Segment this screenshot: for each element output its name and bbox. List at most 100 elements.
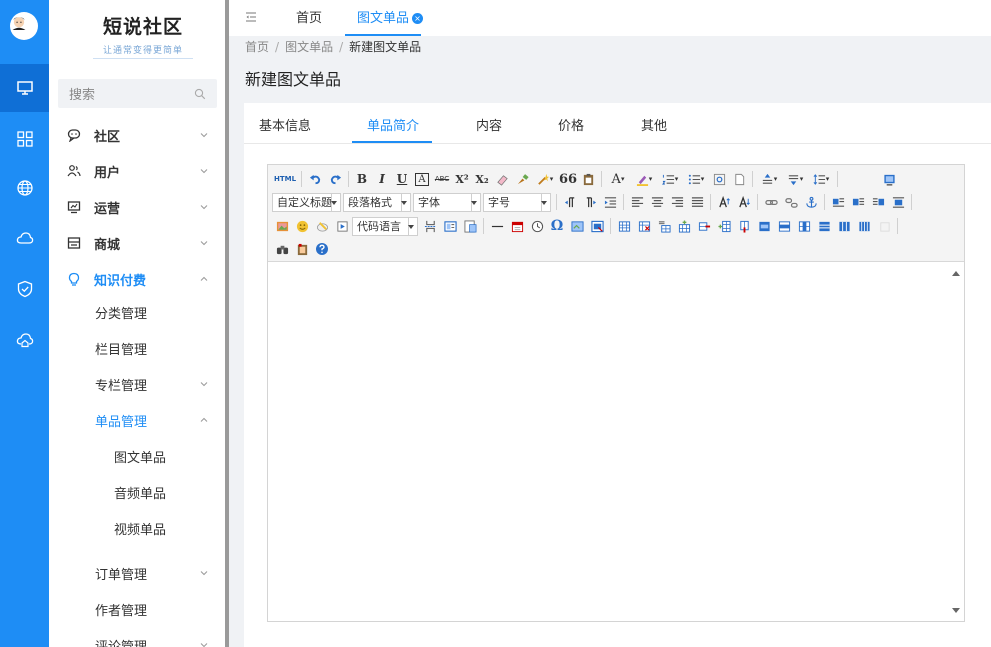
rail-globe[interactable] (0, 164, 49, 212)
tab-intro[interactable]: 单品简介 (367, 115, 419, 134)
insert-time-button[interactable] (527, 216, 547, 236)
split-to-cells-button[interactable] (854, 216, 874, 236)
special-chars-button[interactable]: Ω (547, 216, 567, 236)
menu-item-video-single[interactable]: 视频单品 (49, 510, 225, 546)
breadcrumb-home[interactable]: 首页 (245, 40, 269, 54)
bold-button[interactable]: B (352, 169, 372, 189)
border-text-button[interactable]: A (412, 169, 432, 189)
rail-cloud-home[interactable] (0, 316, 49, 364)
rail-desktop[interactable] (0, 64, 49, 112)
align-left-button[interactable] (627, 192, 647, 212)
font-family-select[interactable]: 字体 (413, 192, 481, 212)
merge-right-button[interactable] (774, 216, 794, 236)
menu-item-audio-single[interactable]: 音频单品 (49, 474, 225, 510)
emotion-button[interactable] (292, 216, 312, 236)
insert-video-button[interactable] (332, 216, 352, 236)
ltr-button[interactable] (560, 192, 580, 212)
menu-item-order-mgmt[interactable]: 订单管理 (49, 555, 225, 591)
ordered-list-button[interactable]: ▾ (657, 169, 683, 189)
image-left-button[interactable] (848, 192, 868, 212)
menu-search-input[interactable]: 搜索 (58, 79, 217, 108)
delete-table-button[interactable] (634, 216, 654, 236)
insert-date-button[interactable] (507, 216, 527, 236)
page-break-button[interactable] (420, 216, 440, 236)
editor-scrollbar[interactable] (948, 263, 964, 621)
scroll-up-arrow-icon[interactable] (952, 271, 960, 276)
tab-price[interactable]: 价格 (558, 115, 584, 134)
menu-item-single-mgmt[interactable]: 单品管理 (49, 402, 225, 438)
attachment-button[interactable] (292, 239, 312, 259)
insert-paragraph-before-table-button[interactable] (654, 216, 674, 236)
blockquote-button[interactable]: 66 (558, 169, 578, 189)
tab-content[interactable]: 内容 (476, 115, 502, 134)
underline-button[interactable]: U (392, 169, 412, 189)
split-to-rows-button[interactable] (814, 216, 834, 236)
fullscreen-button[interactable] (879, 169, 899, 189)
row-spacing-bottom-button[interactable]: ▾ (782, 169, 808, 189)
paragraph-format-select[interactable]: 段落格式 (343, 192, 411, 212)
image-right-button[interactable] (868, 192, 888, 212)
image-none-button[interactable] (828, 192, 848, 212)
insert-table-button[interactable] (614, 216, 634, 236)
code-language-select[interactable]: 代码语言 (352, 216, 418, 236)
font-size-select[interactable]: 字号 (483, 192, 551, 212)
html-source-button[interactable]: HTML (272, 169, 298, 189)
scroll-down-arrow-icon[interactable] (952, 608, 960, 613)
undo-button[interactable] (305, 169, 325, 189)
indent-button[interactable] (600, 192, 620, 212)
merge-cells-button[interactable] (754, 216, 774, 236)
menu-item-users[interactable]: 用户 (49, 153, 225, 189)
sidebar-splitter[interactable] (225, 0, 229, 647)
menu-item-knowledge[interactable]: 知识付费 (49, 261, 225, 297)
background-button[interactable] (460, 216, 480, 236)
custom-heading-select[interactable]: 自定义标题 (272, 192, 341, 212)
tab-other[interactable]: 其他 (641, 115, 667, 134)
search-replace-button[interactable] (272, 239, 292, 259)
menu-item-special-mgmt[interactable]: 专栏管理 (49, 366, 225, 402)
row-spacing-top-button[interactable]: ▾ (756, 169, 782, 189)
italic-button[interactable]: I (372, 169, 392, 189)
strikethrough-button[interactable]: ABC (432, 169, 452, 189)
menu-fold-icon[interactable] (245, 11, 257, 23)
rail-shield[interactable] (0, 265, 49, 313)
line-height-button[interactable]: ▾ (808, 169, 834, 189)
tab-basic-info[interactable]: 基本信息 (259, 115, 311, 134)
uppercase-button[interactable] (714, 192, 734, 212)
scrawl-button[interactable] (312, 216, 332, 236)
paste-text-button[interactable] (578, 169, 598, 189)
word-image-button[interactable] (567, 216, 587, 236)
redo-button[interactable] (325, 169, 345, 189)
highlight-color-button[interactable]: ▾ (631, 169, 657, 189)
unlink-button[interactable] (781, 192, 801, 212)
insert-col-button[interactable] (714, 216, 734, 236)
align-center-button[interactable] (647, 192, 667, 212)
select-all-button[interactable] (709, 169, 729, 189)
rail-cloud[interactable] (0, 214, 49, 262)
anchor-button[interactable] (801, 192, 821, 212)
rtl-button[interactable] (580, 192, 600, 212)
image-center-button[interactable] (888, 192, 908, 212)
template-button[interactable] (440, 216, 460, 236)
chart-button[interactable] (874, 216, 894, 236)
menu-item-column-mgmt[interactable]: 栏目管理 (49, 330, 225, 366)
align-justify-button[interactable] (687, 192, 707, 212)
menu-item-mall[interactable]: 商城 (49, 225, 225, 261)
eraser-button[interactable] (492, 169, 512, 189)
align-right-button[interactable] (667, 192, 687, 212)
delete-row-button[interactable] (694, 216, 714, 236)
menu-item-author-mgmt[interactable]: 作者管理 (49, 591, 225, 627)
superscript-button[interactable]: X² (452, 169, 472, 189)
menu-item-category-mgmt[interactable]: 分类管理 (49, 294, 225, 330)
help-button[interactable] (312, 239, 332, 259)
rail-grid[interactable] (0, 115, 49, 163)
auto-format-button[interactable]: ▾ (532, 169, 558, 189)
menu-item-operations[interactable]: 运营 (49, 189, 225, 225)
tab-image-single[interactable]: 图文单品 × (357, 7, 424, 26)
insert-image-button[interactable] (272, 216, 292, 236)
editor-content-area[interactable] (268, 263, 964, 621)
link-button[interactable] (761, 192, 781, 212)
insert-row-button[interactable] (674, 216, 694, 236)
lowercase-button[interactable] (734, 192, 754, 212)
merge-down-button[interactable] (794, 216, 814, 236)
menu-item-image-single[interactable]: 图文单品 (49, 438, 225, 474)
